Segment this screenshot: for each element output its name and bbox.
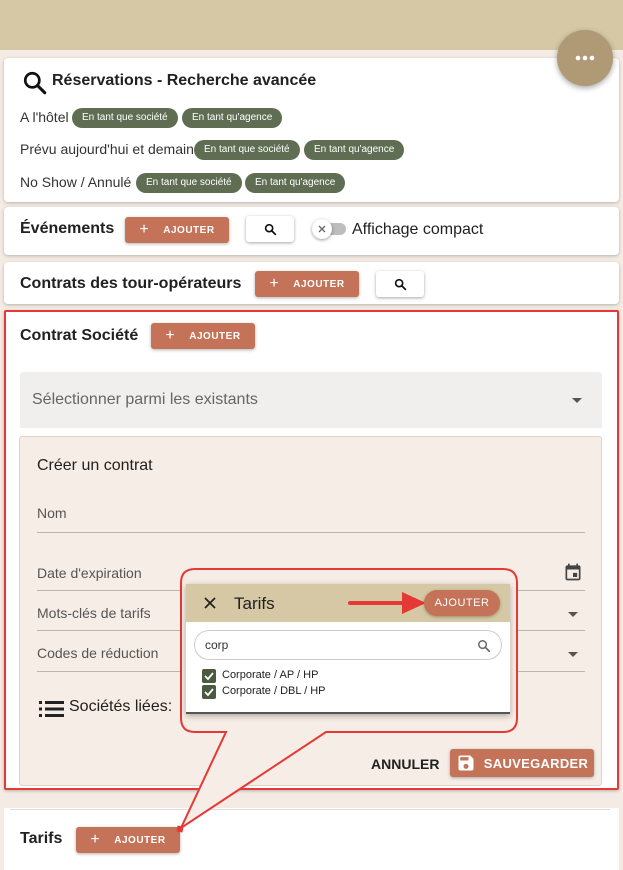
dialog-search-value: corp: [205, 638, 229, 652]
callout-highlight: [176, 568, 518, 833]
checkbox-checked-icon: [202, 669, 216, 683]
option-corporate-ap-hp[interactable]: Corporate / AP / HP: [202, 668, 492, 684]
red-arrow-icon: [348, 592, 426, 614]
close-icon[interactable]: [204, 597, 216, 609]
more-horiz-icon: [575, 55, 595, 61]
dialog-bottom-line: [186, 712, 510, 714]
dialog-title: Tarifs: [234, 594, 275, 613]
checkbox-checked-icon: [202, 685, 216, 699]
tarifs-dialog: Tarifs AJOUTER corp Corporate / AP / HP …: [186, 584, 510, 714]
dialog-add-button[interactable]: AJOUTER: [424, 590, 500, 616]
option-corporate-dbl-hp[interactable]: Corporate / DBL / HP: [202, 684, 492, 700]
dialog-search-input[interactable]: corp: [194, 630, 502, 660]
dialog-header: Tarifs AJOUTER: [186, 584, 510, 622]
more-menu-button[interactable]: [557, 30, 613, 86]
option-label: Corporate / DBL / HP: [222, 685, 326, 697]
option-label: Corporate / AP / HP: [222, 669, 319, 681]
search-icon: [478, 640, 491, 653]
